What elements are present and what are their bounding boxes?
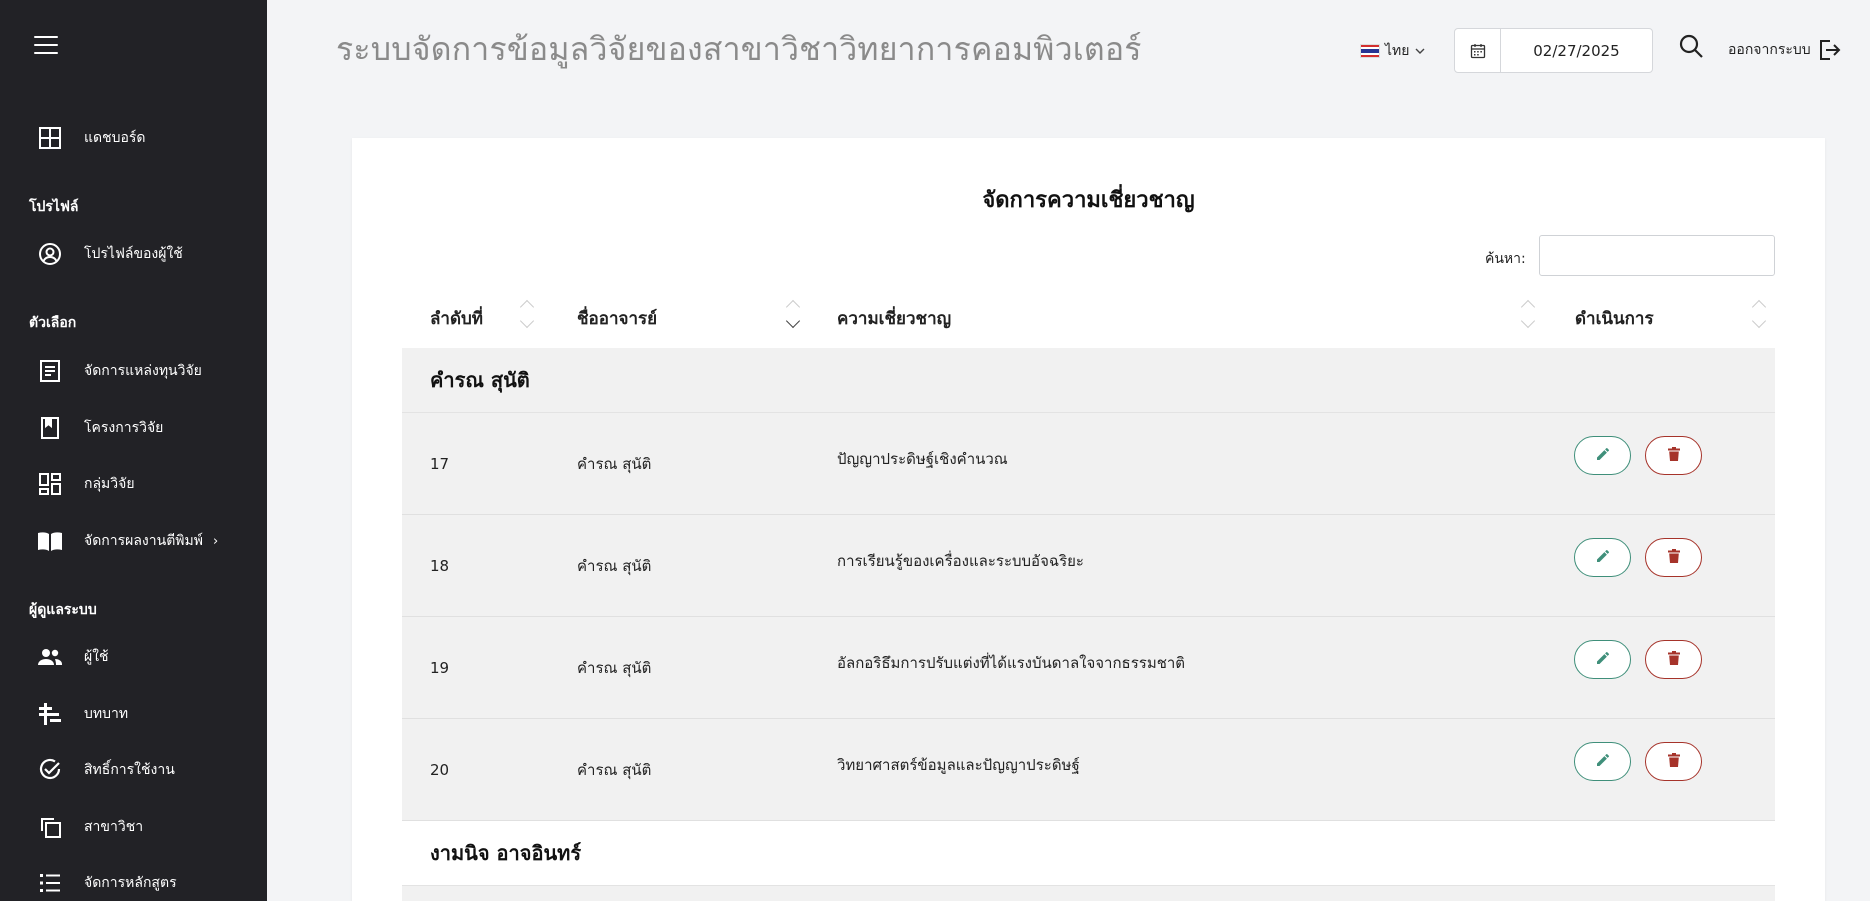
sort-icon[interactable]	[1520, 288, 1537, 348]
open-book-icon	[37, 528, 63, 554]
sidebar-item-label: สิทธิ์การใช้งาน	[84, 762, 175, 778]
expertise-card: จัดการความเชี่ยวชาญ ค้นหา: ลำดับที่ ชื่อ…	[352, 138, 1825, 901]
sidebar-item-projects[interactable]: โครงการวิจัย	[0, 406, 267, 450]
column-header-no[interactable]: ลำดับที่	[430, 288, 483, 348]
edit-button[interactable]	[1574, 742, 1631, 781]
sidebar-item-label: จัดการหลักสูตร	[84, 875, 177, 891]
cell-expertise: ปัญญาประดิษฐ์เชิงคำนวณ	[837, 449, 1008, 468]
users-icon	[37, 644, 63, 670]
sidebar-item-users[interactable]: ผู้ใช้	[0, 635, 267, 679]
table-row: 17 คำรณ สุนัติ ปัญญาประดิษฐ์เชิงคำนวณ	[402, 413, 1775, 515]
list-icon	[37, 870, 63, 896]
sidebar-item-label: แดชบอร์ด	[84, 130, 146, 146]
column-header-actions[interactable]: ดำเนินการ	[1575, 288, 1654, 348]
sidebar-item-departments[interactable]: สาขาวิชา	[0, 805, 267, 849]
sidebar-item-label: กลุ่มวิจัย	[84, 476, 135, 492]
roles-icon	[37, 701, 63, 727]
sidebar-item-publications[interactable]: จัดการผลงานตีพิมพ์ ›	[0, 519, 267, 563]
dashboard-grid-icon	[37, 471, 63, 497]
sidebar-section-options: ตัวเลือก	[29, 315, 77, 331]
pencil-icon	[1596, 446, 1610, 465]
sort-icon[interactable]	[1751, 288, 1768, 348]
pencil-icon	[1596, 548, 1610, 567]
sidebar-item-label: ผู้ใช้	[84, 649, 109, 665]
table-row: 18 คำรณ สุนัติ การเรียนรู้ของเครื่องและร…	[402, 515, 1775, 617]
bookmark-book-icon	[37, 415, 63, 441]
delete-button[interactable]	[1645, 742, 1702, 781]
edit-button[interactable]	[1574, 640, 1631, 679]
sidebar-item-dashboard[interactable]: แดชบอร์ด	[0, 116, 267, 160]
cell-no: 18	[430, 556, 450, 575]
logout-button[interactable]: ออกจากระบบ	[1728, 38, 1841, 62]
chevron-down-icon	[1415, 46, 1425, 57]
sidebar-item-label: โปรไฟล์ของผู้ใช้	[84, 246, 183, 262]
cell-name: คำรณ สุนัติ	[577, 760, 652, 779]
pencil-icon	[1596, 752, 1610, 771]
cell-no: 19	[430, 658, 450, 677]
delete-button[interactable]	[1645, 436, 1702, 475]
group-row: งามนิจ อาจอินทร์	[402, 821, 1775, 886]
calendar-icon	[1455, 29, 1501, 72]
search-input[interactable]	[1539, 235, 1775, 276]
thai-flag-icon	[1360, 44, 1380, 58]
cell-no: 20	[430, 760, 450, 779]
table-row	[402, 886, 1775, 901]
page-title: จัดการความเชี่ยวชาญ	[982, 188, 1195, 213]
sidebar-item-permissions[interactable]: สิทธิ์การใช้งาน	[0, 748, 267, 792]
cell-expertise: อัลกอริธึมการปรับแต่งที่ได้แรงบันดาลใจจา…	[837, 653, 1186, 672]
column-header-name[interactable]: ชื่ออาจารย์	[577, 288, 657, 348]
trash-icon	[1667, 752, 1680, 771]
date-value: 02/27/2025	[1533, 41, 1620, 60]
date-picker[interactable]: 02/27/2025	[1454, 28, 1653, 73]
sidebar-item-roles[interactable]: บทบาท	[0, 692, 267, 736]
edit-button[interactable]	[1574, 538, 1631, 577]
sidebar-item-label: จัดการแหล่งทุนวิจัย	[84, 363, 202, 379]
search-icon[interactable]	[1678, 33, 1706, 61]
sidebar-item-label: สาขาวิชา	[84, 819, 144, 835]
table-row: 20 คำรณ สุนัติ วิทยาศาสตร์ข้อมูลและปัญญา…	[402, 719, 1775, 821]
delete-button[interactable]	[1645, 640, 1702, 679]
sort-icon[interactable]	[785, 288, 802, 348]
cell-name: คำรณ สุนัติ	[577, 454, 652, 473]
group-row: คำรณ สุนัติ	[402, 348, 1775, 413]
copy-icon	[37, 814, 63, 840]
sidebar-item-profile[interactable]: โปรไฟล์ของผู้ใช้	[0, 232, 267, 276]
column-header-expertise[interactable]: ความเชี่ยวชาญ	[837, 288, 951, 348]
table-header: ลำดับที่ ชื่ออาจารย์ ความเชี่ยวชาญ ดำเนิ…	[402, 288, 1775, 348]
chevron-right-icon: ›	[212, 533, 219, 549]
logout-label: ออกจากระบบ	[1728, 42, 1811, 58]
cell-expertise: การเรียนรู้ของเครื่องและระบบอัจฉริยะ	[837, 551, 1084, 570]
sidebar-item-label: บทบาท	[84, 706, 129, 722]
trash-icon	[1667, 446, 1680, 465]
cell-no: 17	[430, 454, 450, 473]
sidebar-item-curriculum[interactable]: จัดการหลักสูตร	[0, 861, 267, 901]
pencil-icon	[1596, 650, 1610, 669]
language-selector[interactable]: ไทย	[1360, 40, 1425, 62]
sidebar-section-admin: ผู้ดูแลระบบ	[29, 602, 97, 618]
sidebar-item-label: จัดการผลงานตีพิมพ์	[84, 533, 203, 549]
sidebar-section-profile: โปรไฟล์	[29, 199, 79, 215]
sort-icon[interactable]	[519, 288, 536, 348]
cell-name: คำรณ สุนัติ	[577, 556, 652, 575]
document-icon	[37, 358, 63, 384]
table-row: 19 คำรณ สุนัติ อัลกอริธึมการปรับแต่งที่ไ…	[402, 617, 1775, 719]
edit-button[interactable]	[1574, 436, 1631, 475]
language-label: ไทย	[1385, 43, 1410, 59]
user-circle-icon	[37, 241, 63, 267]
sidebar-item-label: โครงการวิจัย	[84, 420, 164, 436]
search-label: ค้นหา:	[1485, 251, 1526, 267]
app-title: ระบบจัดการข้อมูลวิจัยของสาขาวิชาวิทยาการ…	[336, 30, 1142, 68]
trash-icon	[1667, 548, 1680, 567]
hamburger-menu-icon[interactable]	[34, 36, 58, 56]
sidebar-item-funding[interactable]: จัดการแหล่งทุนวิจัย	[0, 349, 267, 393]
cell-name: คำรณ สุนัติ	[577, 658, 652, 677]
check-circle-icon	[37, 757, 63, 783]
logout-icon	[1817, 38, 1841, 62]
dashboard-icon	[37, 125, 63, 151]
trash-icon	[1667, 650, 1680, 669]
sidebar-item-groups[interactable]: กลุ่มวิจัย	[0, 462, 267, 506]
delete-button[interactable]	[1645, 538, 1702, 577]
sidebar: แดชบอร์ด โปรไฟล์ โปรไฟล์ของผู้ใช้ ตัวเลื…	[0, 0, 267, 901]
cell-expertise: วิทยาศาสตร์ข้อมูลและปัญญาประดิษฐ์	[837, 755, 1080, 774]
